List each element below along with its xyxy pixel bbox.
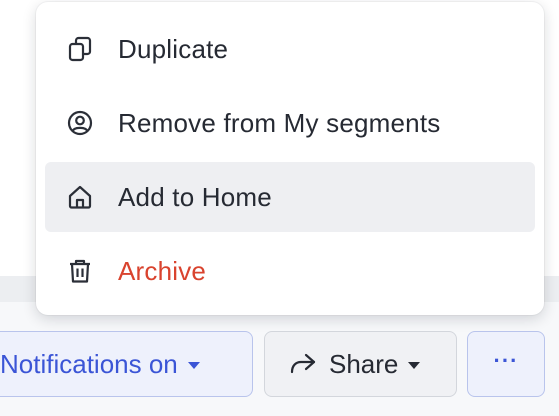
menu-item-label: Remove from My segments [118, 107, 441, 138]
menu-item-label: Add to Home [118, 181, 272, 212]
chevron-down-icon [408, 362, 421, 369]
share-button[interactable]: Share [264, 331, 457, 397]
trash-icon [67, 258, 93, 284]
more-horizontal-icon: ··· [493, 348, 519, 373]
menu-item-label: Duplicate [118, 33, 229, 64]
home-icon [67, 184, 93, 210]
segment-actions-menu: Duplicate Remove from My segments Add to… [36, 2, 544, 315]
menu-item-remove-from-my-segments[interactable]: Remove from My segments [45, 88, 535, 158]
share-label: Share [329, 348, 399, 379]
user-circle-icon [67, 110, 93, 136]
menu-item-duplicate[interactable]: Duplicate [45, 14, 535, 84]
notifications-toggle-button[interactable]: Notifications on [0, 331, 253, 397]
menu-item-add-to-home[interactable]: Add to Home [45, 162, 535, 232]
copy-icon [67, 36, 93, 62]
more-options-button[interactable]: ··· [467, 331, 545, 397]
chevron-down-icon [187, 362, 200, 369]
menu-item-archive[interactable]: Archive [45, 236, 535, 306]
share-arrow-icon [289, 351, 317, 377]
notifications-label: Notifications on [0, 348, 178, 379]
menu-item-label: Archive [118, 255, 207, 286]
